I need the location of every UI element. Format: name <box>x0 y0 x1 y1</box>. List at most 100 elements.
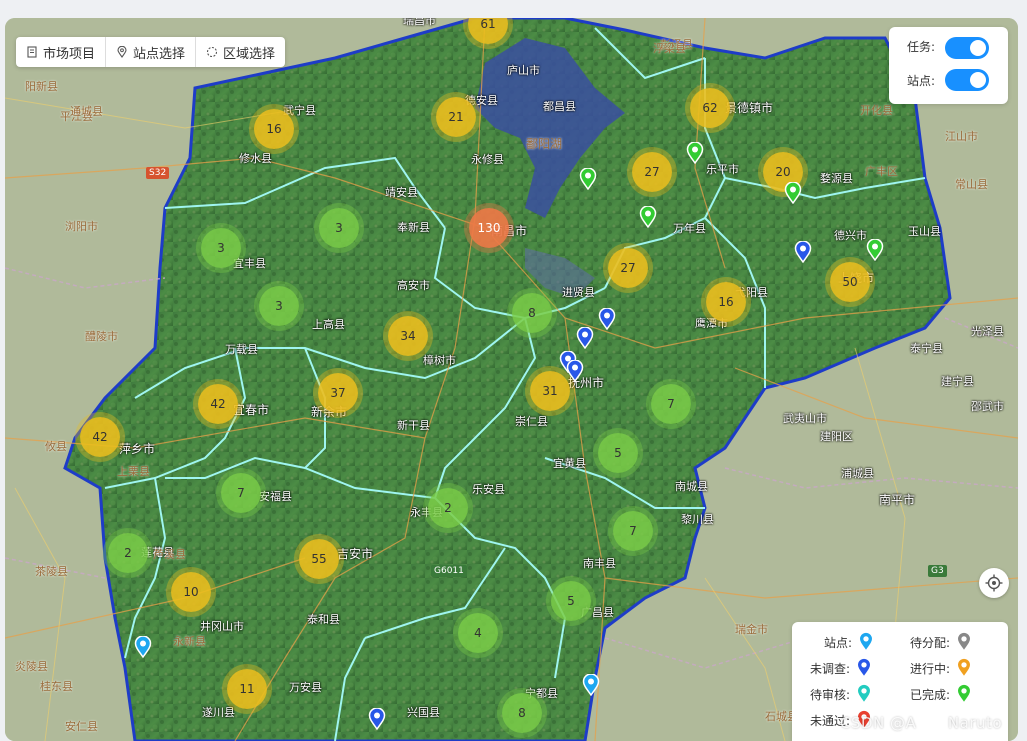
place-label: 常山县 <box>955 178 988 191</box>
place-label: 宜黄县 <box>553 457 586 470</box>
legend-item-site: 站点: <box>824 631 874 653</box>
task-cluster[interactable]: 62 <box>690 88 730 128</box>
task-cluster[interactable]: 5 <box>598 433 638 473</box>
site-marker-completed[interactable] <box>639 206 657 228</box>
road-badge: G3 <box>928 565 947 577</box>
legend-label: 未调查: <box>810 661 851 676</box>
place-label: 德兴市 <box>834 229 867 242</box>
place-label: 泰宁县 <box>910 342 943 355</box>
site-toggle-row: 站点: <box>907 72 935 89</box>
task-cluster[interactable]: 5 <box>551 581 591 621</box>
site-marker-not-surveyed[interactable] <box>368 708 386 730</box>
site-select-label: 站点选择 <box>133 46 186 62</box>
legend-item-in-progress: 进行中: <box>910 657 972 679</box>
task-cluster[interactable]: 27 <box>608 248 648 288</box>
legend-label: 待审核: <box>810 687 851 702</box>
place-label: 瑞昌市 <box>403 18 436 27</box>
task-cluster[interactable]: 42 <box>80 417 120 457</box>
location-pin-icon <box>117 46 127 58</box>
task-cluster[interactable]: 10 <box>171 572 211 612</box>
legend-item-pending-assign: 待分配: <box>910 631 972 653</box>
task-cluster[interactable]: 11 <box>227 669 267 709</box>
place-label: 建宁县 <box>941 375 974 388</box>
site-marker-completed[interactable] <box>866 239 884 261</box>
task-cluster[interactable]: 50 <box>830 262 870 302</box>
region-select-button[interactable]: 区域选择 <box>196 37 285 67</box>
task-cluster[interactable]: 3 <box>319 208 359 248</box>
site-toggle-switch[interactable] <box>945 69 989 91</box>
place-label: 景德镇市 <box>725 101 774 115</box>
place-label: 永新县 <box>173 635 206 648</box>
task-cluster[interactable]: 31 <box>530 371 570 411</box>
place-label: 光泽县 <box>971 325 1004 338</box>
place-label: 进贤县 <box>562 286 595 299</box>
site-marker-not-surveyed[interactable] <box>576 327 594 349</box>
switch-knob <box>970 72 986 88</box>
place-label: 茶陵县 <box>35 565 68 578</box>
place-label: 庐山市 <box>507 64 540 77</box>
place-label: 万载县 <box>225 343 258 356</box>
task-cluster[interactable]: 27 <box>632 152 672 192</box>
pending-review-pin-icon <box>856 683 872 705</box>
task-cluster[interactable]: 130 <box>469 208 509 248</box>
place-label: 邵武市 <box>971 400 1004 413</box>
site-marker-site[interactable] <box>582 674 600 696</box>
place-label: 鄱阳湖 <box>526 137 563 151</box>
task-cluster[interactable]: 42 <box>198 384 238 424</box>
region-select-label: 区域选择 <box>223 46 276 62</box>
place-label: 醴陵市 <box>85 330 118 343</box>
region-circle-icon <box>206 46 218 58</box>
locate-button[interactable] <box>979 568 1009 598</box>
task-cluster[interactable]: 7 <box>651 384 691 424</box>
legend-item-pending-review: 待审核: <box>810 683 872 705</box>
site-select-button[interactable]: 站点选择 <box>106 37 197 67</box>
crosshair-icon <box>985 574 1003 592</box>
site-toggle-label: 站点: <box>907 74 936 88</box>
task-cluster[interactable]: 7 <box>221 473 261 513</box>
market-projects-button[interactable]: 市场项目 <box>16 37 107 67</box>
task-cluster[interactable]: 4 <box>458 613 498 653</box>
site-marker-completed[interactable] <box>579 168 597 190</box>
place-label: 万年县 <box>673 222 706 235</box>
task-cluster[interactable]: 37 <box>318 373 358 413</box>
place-label: 永修县 <box>471 153 504 166</box>
site-marker-not-surveyed[interactable] <box>566 360 584 382</box>
place-label: 奉新县 <box>397 221 430 234</box>
place-label: 开化县 <box>860 104 893 117</box>
in-progress-pin-icon <box>956 657 972 679</box>
task-cluster[interactable]: 16 <box>706 282 746 322</box>
task-cluster[interactable]: 8 <box>502 693 542 733</box>
place-label: 桂东县 <box>40 680 73 693</box>
road-badge: S32 <box>146 167 170 179</box>
task-cluster[interactable]: 2 <box>108 533 148 573</box>
site-marker-not-surveyed[interactable] <box>794 241 812 263</box>
place-label: 通城县 <box>70 105 103 118</box>
legend-label: 待分配: <box>910 635 951 650</box>
task-cluster[interactable]: 21 <box>436 97 476 137</box>
place-label: 炎陵县 <box>15 660 48 673</box>
place-label: 芦溪县 <box>153 548 186 561</box>
site-marker-completed[interactable] <box>784 182 802 204</box>
place-label: 黎川县 <box>681 513 714 526</box>
place-label: 浏阳市 <box>65 220 98 233</box>
task-cluster[interactable]: 55 <box>299 539 339 579</box>
place-label: 安福县 <box>259 490 292 503</box>
task-cluster[interactable]: 16 <box>254 109 294 149</box>
task-cluster[interactable]: 3 <box>259 286 299 326</box>
document-icon <box>27 46 37 58</box>
place-label: 樟树市 <box>423 354 456 367</box>
task-cluster[interactable]: 2 <box>428 488 468 528</box>
place-label: 上高县 <box>312 318 345 331</box>
task-cluster[interactable]: 34 <box>388 316 428 356</box>
task-toggle-switch[interactable] <box>945 37 989 59</box>
site-marker-completed[interactable] <box>686 142 704 164</box>
task-cluster[interactable]: 3 <box>201 228 241 268</box>
place-label: 阳新县 <box>25 80 58 93</box>
site-marker-not-surveyed[interactable] <box>598 308 616 330</box>
site-marker-site[interactable] <box>134 636 152 658</box>
market-projects-label: 市场项目 <box>43 46 96 62</box>
task-cluster[interactable]: 8 <box>512 293 552 333</box>
place-label: 万安县 <box>289 681 322 694</box>
task-cluster[interactable]: 7 <box>613 511 653 551</box>
site-pin-icon <box>858 631 874 653</box>
